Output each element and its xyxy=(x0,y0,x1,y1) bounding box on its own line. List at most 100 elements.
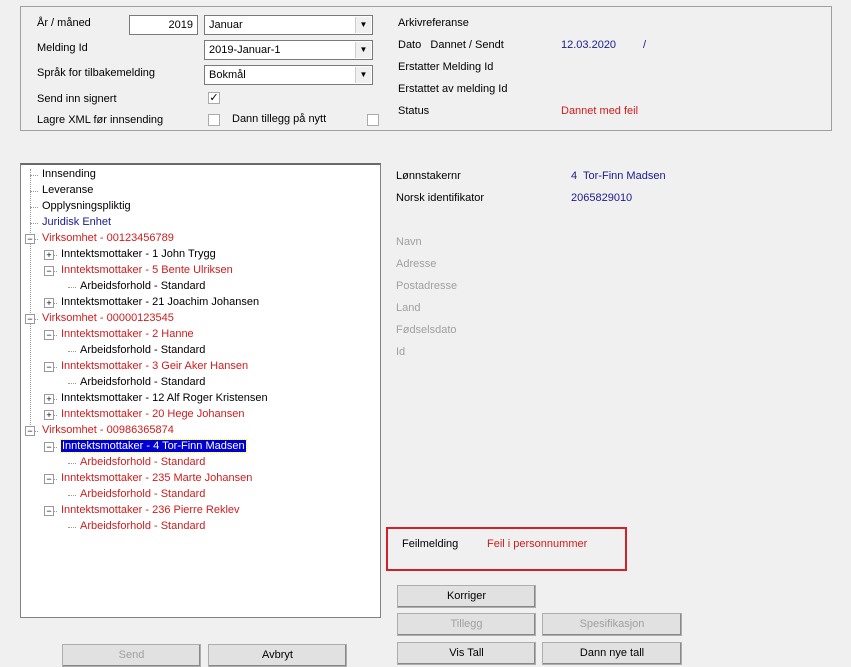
expand-icon[interactable]: + xyxy=(44,410,54,420)
tree-item-label: Arbeidsforhold - Standard xyxy=(80,280,206,292)
dann-nye-tall-button[interactable]: Dann nye tall xyxy=(542,642,682,665)
birth-date-label: Fødselsdato xyxy=(396,324,457,336)
chevron-down-icon[interactable]: ▼ xyxy=(355,67,371,83)
error-label: Feilmelding xyxy=(402,538,459,550)
collapse-icon[interactable]: − xyxy=(44,442,54,452)
tree-item[interactable]: Arbeidsforhold - Standard xyxy=(80,375,205,390)
collapse-icon[interactable]: − xyxy=(25,314,35,324)
tree-item[interactable]: Opplysningspliktig xyxy=(42,199,131,214)
tree-line xyxy=(68,527,76,528)
tree-item[interactable]: Inntektsmottaker - 3 Geir Aker Hansen xyxy=(61,359,248,374)
tree-item-label: Innsending xyxy=(42,168,96,180)
language-value: Bokmål xyxy=(209,69,246,81)
tree-line xyxy=(68,463,76,464)
collapse-icon[interactable]: − xyxy=(25,426,35,436)
tree-line xyxy=(68,495,76,496)
tree-line xyxy=(68,287,76,288)
collapse-icon[interactable]: − xyxy=(44,266,54,276)
tree-item-label: Inntektsmottaker - 235 Marte Johansen xyxy=(61,472,253,484)
tree-item[interactable]: Virksomhet - 00986365874 xyxy=(42,423,174,438)
tree-item[interactable]: Arbeidsforhold - Standard xyxy=(80,519,205,534)
message-id-label: Melding Id xyxy=(37,42,88,54)
tree-line xyxy=(30,223,38,224)
date-label: Dato Dannet / Sendt xyxy=(398,39,504,51)
collapse-icon[interactable]: − xyxy=(44,330,54,340)
tree-item-label: Inntektsmottaker - 21 Joachim Johansen xyxy=(61,296,260,308)
tree-item[interactable]: Inntektsmottaker - 20 Hege Johansen xyxy=(61,407,244,422)
korriger-button[interactable]: Korriger xyxy=(397,585,536,608)
tree-line xyxy=(30,175,38,176)
month-select[interactable]: Januar ▼ xyxy=(204,15,373,35)
tree-item[interactable]: Leveranse xyxy=(42,183,93,198)
tree-item[interactable]: Inntektsmottaker - 1 John Trygg xyxy=(61,247,216,262)
id-label: Id xyxy=(396,346,406,358)
tree-item[interactable]: Arbeidsforhold - Standard xyxy=(80,455,205,470)
date-created: 12.03.2020 xyxy=(561,39,617,51)
tree-item[interactable]: Inntektsmottaker - 4 Tor-Finn Madsen xyxy=(60,439,247,454)
spesifikasjon-button[interactable]: Spesifikasjon xyxy=(542,613,682,636)
expand-icon[interactable]: + xyxy=(44,250,54,260)
tree-item-label: Inntektsmottaker - 3 Geir Aker Hansen xyxy=(61,360,249,372)
date-separator: / xyxy=(643,39,647,51)
tree-line xyxy=(68,383,76,384)
tree-item-label: Arbeidsforhold - Standard xyxy=(80,488,206,500)
name-label: Navn xyxy=(396,236,422,248)
tree-item[interactable]: Inntektsmottaker - 21 Joachim Johansen xyxy=(61,295,259,310)
tillegg-button[interactable]: Tillegg xyxy=(397,613,536,636)
tree-item-label: Inntektsmottaker - 4 Tor-Finn Madsen xyxy=(60,439,247,453)
tree-item[interactable]: Juridisk Enhet xyxy=(42,215,111,230)
tree-item[interactable]: Arbeidsforhold - Standard xyxy=(80,279,205,294)
expand-icon[interactable]: + xyxy=(44,298,54,308)
year-input[interactable]: 2019 xyxy=(129,15,198,35)
tree-item[interactable]: Inntektsmottaker - 12 Alf Roger Kristens… xyxy=(61,391,268,406)
tree-item-label: Leveranse xyxy=(42,184,94,196)
month-value: Januar xyxy=(209,19,243,31)
year-month-label: År / måned xyxy=(37,17,91,29)
collapse-icon[interactable]: − xyxy=(44,362,54,372)
error-message: Feil i personnummer xyxy=(487,538,588,550)
tree-item-label: Opplysningspliktig xyxy=(42,200,131,212)
message-id-value: 2019-Januar-1 xyxy=(209,44,281,56)
message-id-select[interactable]: 2019-Januar-1 ▼ xyxy=(204,40,373,60)
tree-item[interactable]: Inntektsmottaker - 235 Marte Johansen xyxy=(61,471,252,486)
archive-label: Arkivreferanse xyxy=(398,17,469,29)
tree-item[interactable]: Virksomhet - 00000123545 xyxy=(42,311,174,326)
tree-item[interactable]: Arbeidsforhold - Standard xyxy=(80,487,205,502)
tree-item-label: Arbeidsforhold - Standard xyxy=(80,456,206,468)
tree-item-label: Inntektsmottaker - 5 Bente Ulriksen xyxy=(61,264,233,276)
address-label: Adresse xyxy=(396,258,437,270)
collapse-icon[interactable]: − xyxy=(44,474,54,484)
tree-item[interactable]: Arbeidsforhold - Standard xyxy=(80,343,205,358)
tree-item[interactable]: Inntektsmottaker - 236 Pierre Reklev xyxy=(61,503,240,518)
tree-item-label: Virksomhet - 00986365874 xyxy=(42,424,174,436)
chevron-down-icon[interactable]: ▼ xyxy=(355,17,371,33)
collapse-icon[interactable]: − xyxy=(25,234,35,244)
status-label: Status xyxy=(398,105,430,117)
tree-item[interactable]: Inntektsmottaker - 5 Bente Ulriksen xyxy=(61,263,233,278)
save-xml-checkbox[interactable] xyxy=(208,114,220,126)
language-label: Språk for tilbakemelding xyxy=(37,67,156,79)
tree-item-label: Inntektsmottaker - 20 Hege Johansen xyxy=(61,408,245,420)
tree-item-label: Inntektsmottaker - 236 Pierre Reklev xyxy=(61,504,240,516)
chevron-down-icon[interactable]: ▼ xyxy=(355,42,371,58)
tree-item-label: Virksomhet - 00123456789 xyxy=(42,232,174,244)
tree-item[interactable]: Innsending xyxy=(42,167,96,182)
send-signed-checkbox[interactable]: ✓ xyxy=(208,92,220,104)
tree-line xyxy=(68,351,76,352)
tree-item-label: Inntektsmottaker - 1 John Trygg xyxy=(61,248,216,260)
message-tree[interactable]: Innsending Leveranse Opplysningspliktig Jur… xyxy=(20,163,381,618)
norwegian-id-value: 2065829010 xyxy=(571,192,633,204)
vis-tall-button[interactable]: Vis Tall xyxy=(397,642,536,665)
recreate-label: Dann tillegg på nytt xyxy=(232,113,327,125)
tree-item[interactable]: Inntektsmottaker - 2 Hanne xyxy=(61,327,194,342)
tree-item-label: Inntektsmottaker - 2 Hanne xyxy=(61,328,194,340)
tree-item-label: Virksomhet - 00000123545 xyxy=(42,312,174,324)
norwegian-id-label: Norsk identifikator xyxy=(396,192,485,204)
tree-item-label: Arbeidsforhold - Standard xyxy=(80,376,206,388)
language-select[interactable]: Bokmål ▼ xyxy=(204,65,373,85)
tree-item[interactable]: Virksomhet - 00123456789 xyxy=(42,231,174,246)
expand-icon[interactable]: + xyxy=(44,394,54,404)
recreate-checkbox[interactable] xyxy=(367,114,379,126)
tree-line xyxy=(30,207,38,208)
collapse-icon[interactable]: − xyxy=(44,506,54,516)
